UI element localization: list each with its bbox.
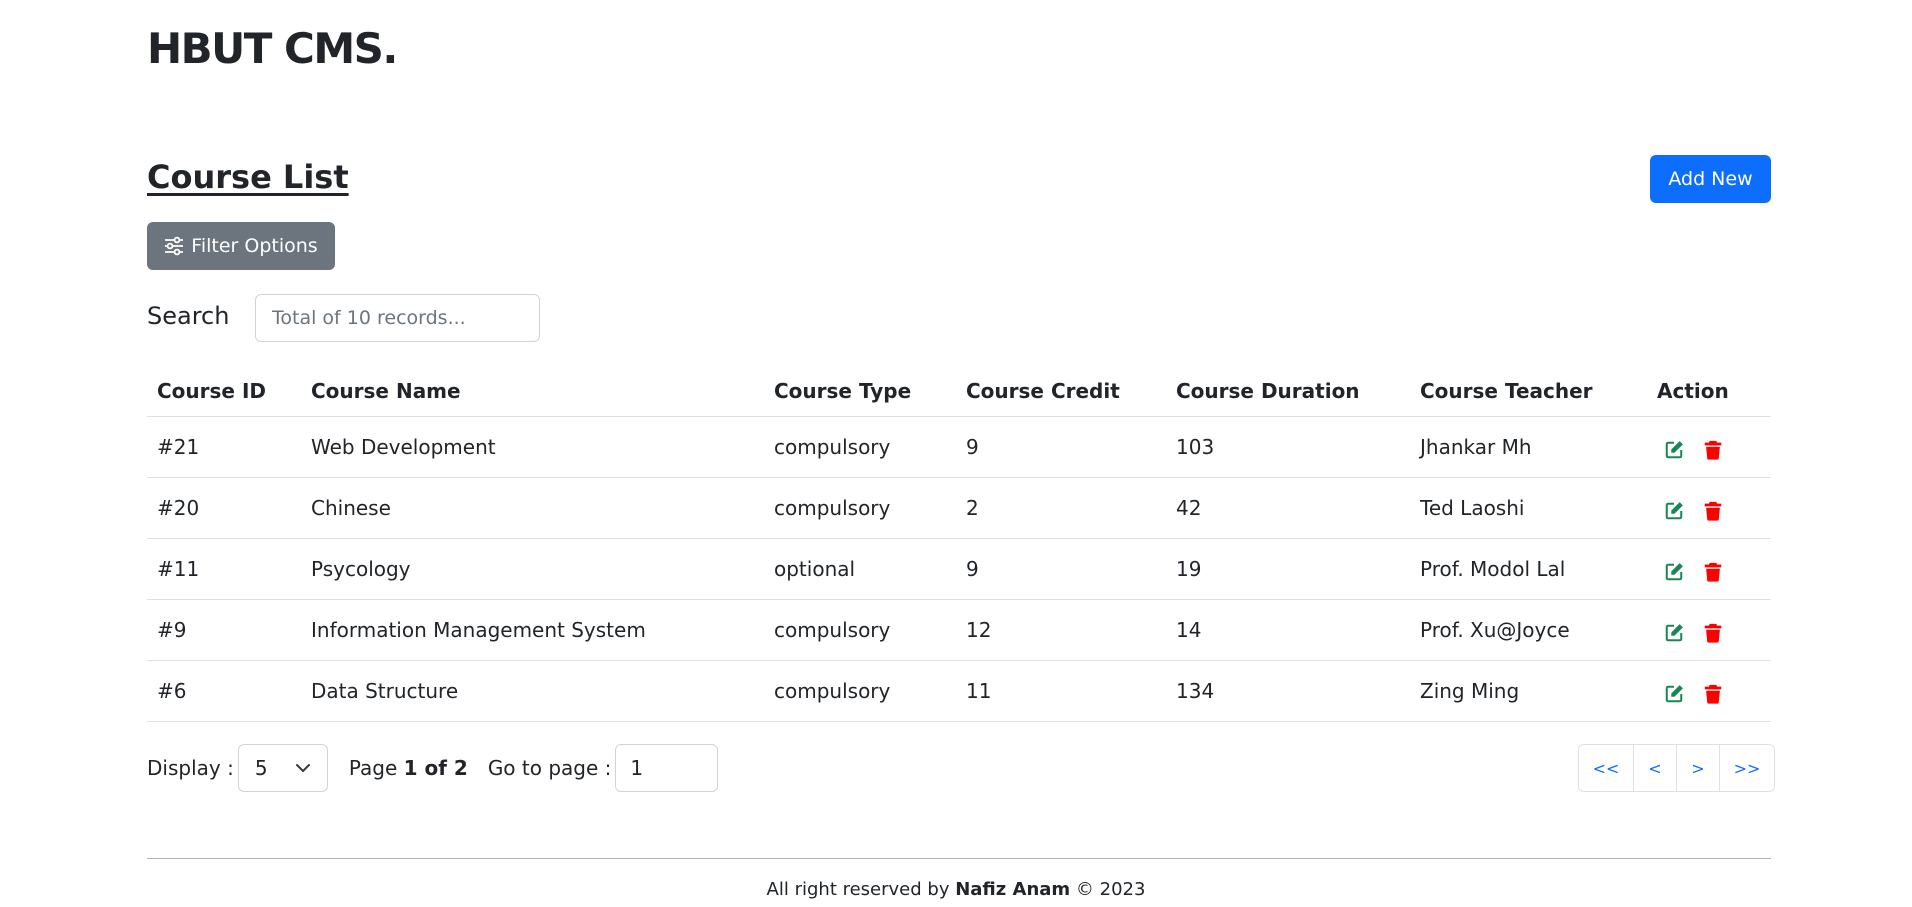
search-input[interactable] (255, 294, 540, 342)
goto-page-label: Go to page : (487, 756, 612, 780)
column-header-course-duration: Course Duration (1176, 378, 1360, 403)
footer: All right reserved by Nafiz Anam © 2023 (0, 879, 1912, 900)
trash-icon[interactable] (1702, 683, 1724, 705)
cell-course-credit: 11 (956, 660, 1166, 722)
column-header-course-id: Course ID (157, 378, 266, 403)
cell-course-teacher: Zing Ming (1410, 660, 1647, 722)
filter-options-label: Filter Options (191, 235, 318, 257)
footer-year: 2023 (1099, 879, 1146, 900)
cell-course-name: Web Development (301, 416, 764, 478)
brand-logo[interactable]: HBUT CMS. (147, 24, 398, 73)
cell-course-id: #11 (147, 538, 301, 600)
column-header-course-name: Course Name (311, 378, 461, 403)
previous-page-button[interactable]: < (1633, 744, 1677, 792)
cell-course-teacher: Prof. Modol Lal (1410, 538, 1647, 600)
filter-options-button[interactable]: Filter Options (147, 222, 335, 270)
column-header-course-type: Course Type (774, 378, 912, 403)
cell-course-type: compulsory (764, 416, 956, 478)
cell-course-teacher: Jhankar Mh (1410, 416, 1647, 478)
trash-icon[interactable] (1702, 622, 1724, 644)
cell-course-duration: 42 (1166, 477, 1410, 539)
cell-course-duration: 103 (1166, 416, 1410, 478)
cell-course-type: compulsory (764, 477, 956, 539)
first-page-button[interactable]: << (1578, 744, 1634, 792)
table-row: #9 Information Management System compuls… (147, 599, 1771, 661)
cell-course-credit: 12 (956, 599, 1166, 661)
edit-icon[interactable] (1663, 683, 1685, 705)
cell-actions (1647, 660, 1771, 722)
cell-course-credit: 2 (956, 477, 1166, 539)
trash-icon[interactable] (1702, 439, 1724, 461)
footer-author: Nafiz Anam (955, 879, 1071, 900)
last-page-button[interactable]: >> (1719, 744, 1775, 792)
add-new-button[interactable]: Add New (1650, 155, 1771, 203)
cell-course-id: #20 (147, 477, 301, 539)
cell-course-credit: 9 (956, 416, 1166, 478)
edit-icon[interactable] (1663, 500, 1685, 522)
cell-course-type: compulsory (764, 660, 956, 722)
edit-icon[interactable] (1663, 622, 1685, 644)
cell-course-name: Data Structure (301, 660, 764, 722)
page-current: 1 of 2 (403, 756, 468, 780)
cell-course-duration: 19 (1166, 538, 1410, 600)
cell-course-id: #9 (147, 599, 301, 661)
trash-icon[interactable] (1702, 561, 1724, 583)
column-header-action: Action (1657, 378, 1729, 403)
chevron-down-icon (295, 764, 310, 772)
cell-course-duration: 14 (1166, 599, 1410, 661)
courses-table: Course ID Course Name Course Type Course… (147, 366, 1771, 722)
pagination-info: Display : 5 Page 1 of 2 Go to page : (147, 744, 719, 792)
edit-icon[interactable] (1663, 561, 1685, 583)
table-row: #11 Psycology optional 9 19 Prof. Modol … (147, 538, 1771, 600)
table-header-row: Course ID Course Name Course Type Course… (147, 366, 1771, 416)
cell-course-teacher: Prof. Xu@Joyce (1410, 599, 1647, 661)
cell-course-teacher: Ted Laoshi (1410, 477, 1647, 539)
cell-actions (1647, 477, 1771, 539)
cell-actions (1647, 416, 1771, 478)
trash-icon[interactable] (1702, 500, 1724, 522)
cell-course-name: Chinese (301, 477, 764, 539)
pagination-controls: << < > >> (1578, 744, 1775, 792)
footer-prefix: All right reserved by (766, 879, 950, 900)
column-header-course-credit: Course Credit (966, 378, 1120, 403)
display-count-select[interactable]: 5 (237, 744, 328, 792)
cell-course-credit: 9 (956, 538, 1166, 600)
table-row: #21 Web Development compulsory 9 103 Jha… (147, 416, 1771, 478)
cell-course-type: compulsory (764, 599, 956, 661)
cell-course-id: #21 (147, 416, 301, 478)
cell-course-name: Information Management System (301, 599, 764, 661)
cell-actions (1647, 599, 1771, 661)
search-label: Search (147, 302, 230, 330)
cell-course-duration: 134 (1166, 660, 1410, 722)
page-indicator: Page 1 of 2 (349, 756, 468, 780)
sliders-icon (165, 236, 184, 256)
display-label: Display : (147, 756, 234, 780)
cell-actions (1647, 538, 1771, 600)
edit-icon[interactable] (1663, 439, 1685, 461)
page-prefix: Page (348, 756, 398, 780)
page-title: Course List (147, 158, 349, 196)
column-header-course-teacher: Course Teacher (1420, 378, 1593, 403)
table-row: #6 Data Structure compulsory 11 134 Zing… (147, 660, 1771, 722)
cell-course-name: Psycology (301, 538, 764, 600)
copyright-icon: © (1075, 879, 1094, 900)
display-count-value: 5 (254, 756, 268, 780)
table-row: #20 Chinese compulsory 2 42 Ted Laoshi (147, 477, 1771, 539)
cell-course-id: #6 (147, 660, 301, 722)
goto-page-input[interactable] (615, 744, 719, 792)
cell-course-type: optional (764, 538, 956, 600)
footer-divider (147, 858, 1771, 859)
next-page-button[interactable]: > (1676, 744, 1720, 792)
